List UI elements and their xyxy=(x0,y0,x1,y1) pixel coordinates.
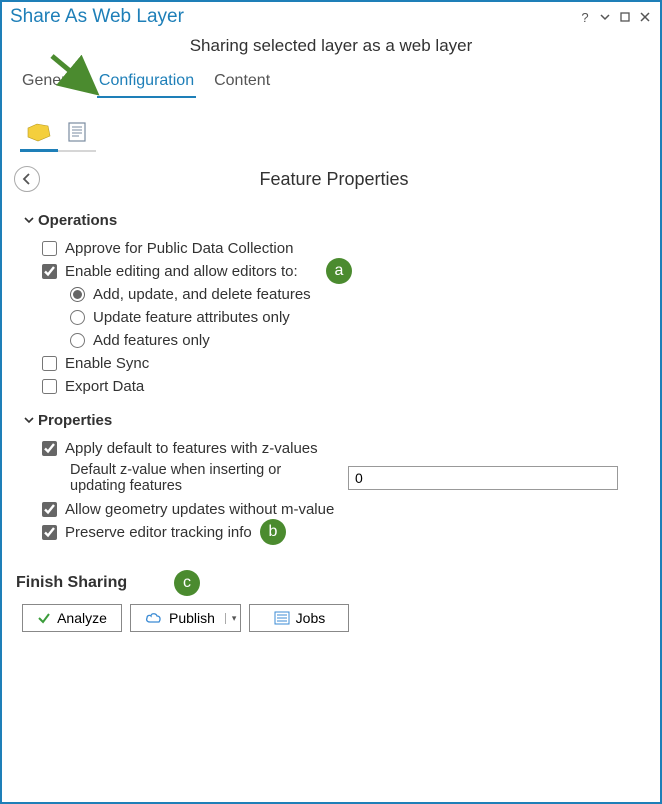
layer-description-tab[interactable] xyxy=(58,114,96,152)
analyze-button[interactable]: Analyze xyxy=(22,604,122,632)
pane-title: Share As Web Layer xyxy=(10,6,184,28)
checkbox-approve-public[interactable] xyxy=(42,241,57,256)
callout-badge-c: c xyxy=(174,570,200,596)
list-icon xyxy=(274,611,290,625)
section-operations[interactable]: Operations xyxy=(24,212,642,229)
config-icon-tabs xyxy=(2,98,660,152)
callout-badge-a: a xyxy=(326,258,352,284)
section-title: Feature Properties xyxy=(50,169,618,190)
radio-add-update-delete[interactable] xyxy=(70,287,85,302)
checkbox-allow-geom-m[interactable] xyxy=(42,502,57,517)
label-export-data: Export Data xyxy=(65,378,144,395)
tab-configuration[interactable]: Configuration xyxy=(97,66,196,98)
checkbox-apply-z[interactable] xyxy=(42,441,57,456)
tab-content[interactable]: Content xyxy=(212,66,272,98)
jobs-label: Jobs xyxy=(296,610,326,626)
help-icon[interactable]: ? xyxy=(578,10,592,24)
label-update-attrs: Update feature attributes only xyxy=(93,309,290,326)
checkbox-preserve-tracking[interactable] xyxy=(42,525,57,540)
jobs-button[interactable]: Jobs xyxy=(249,604,349,632)
layer-folder-icon xyxy=(26,121,52,143)
label-enable-editing: Enable editing and allow editors to: xyxy=(65,263,298,280)
chevron-down-icon xyxy=(24,215,34,228)
checkbox-export-data[interactable] xyxy=(42,379,57,394)
operations-label: Operations xyxy=(38,212,117,229)
pane-subtitle: Sharing selected layer as a web layer xyxy=(2,30,660,66)
check-icon xyxy=(37,611,51,625)
label-enable-sync: Enable Sync xyxy=(65,355,149,372)
autohide-icon[interactable] xyxy=(618,10,632,24)
label-add-only: Add features only xyxy=(93,332,210,349)
label-default-z: Default z-value when inserting or updati… xyxy=(70,462,330,494)
section-finish-sharing: Finish Sharing xyxy=(2,552,660,592)
tab-general[interactable]: General xyxy=(20,66,81,98)
label-add-update-delete: Add, update, and delete features xyxy=(93,286,311,303)
publish-label: Publish xyxy=(169,610,215,626)
options-icon[interactable] xyxy=(598,10,612,24)
layer-config-tab[interactable] xyxy=(20,114,58,152)
back-button[interactable] xyxy=(14,166,40,192)
label-apply-z: Apply default to features with z-values xyxy=(65,440,318,457)
label-allow-geom-m: Allow geometry updates without m-value xyxy=(65,501,334,518)
section-properties[interactable]: Properties xyxy=(24,412,642,429)
chevron-down-icon xyxy=(24,415,34,428)
document-icon xyxy=(66,121,88,143)
main-tabs: General Configuration Content xyxy=(2,66,660,98)
properties-label: Properties xyxy=(38,412,112,429)
callout-badge-b: b xyxy=(260,519,286,545)
radio-add-only[interactable] xyxy=(70,333,85,348)
radio-update-attrs[interactable] xyxy=(70,310,85,325)
analyze-label: Analyze xyxy=(57,610,107,626)
checkbox-enable-sync[interactable] xyxy=(42,356,57,371)
publish-dropdown-icon[interactable]: ▾ xyxy=(225,613,237,624)
publish-button[interactable]: Publish ▾ xyxy=(130,604,241,632)
label-approve-public: Approve for Public Data Collection xyxy=(65,240,293,257)
label-preserve-tracking: Preserve editor tracking info xyxy=(65,524,252,541)
checkbox-enable-editing[interactable] xyxy=(42,264,57,279)
close-icon[interactable] xyxy=(638,10,652,24)
cloud-icon xyxy=(145,611,163,625)
input-default-z[interactable] xyxy=(348,466,618,490)
